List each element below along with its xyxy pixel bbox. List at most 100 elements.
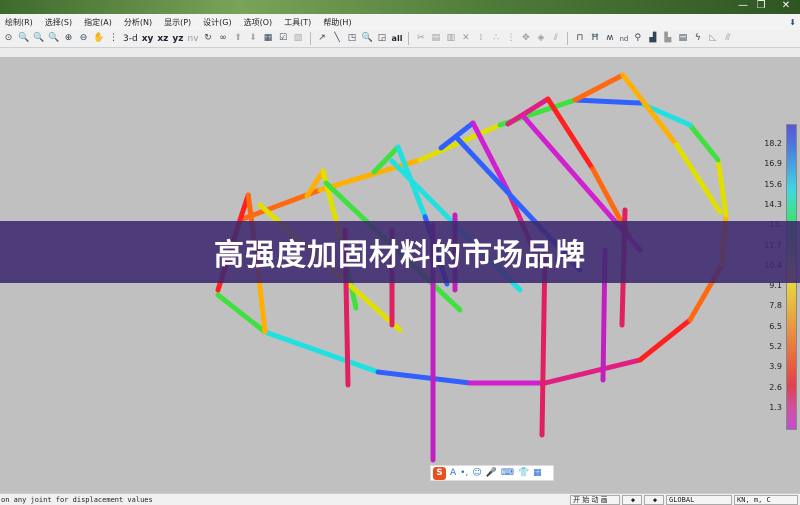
frame-member[interactable]	[687, 122, 721, 163]
status-bar: on any joint for displacement values 开 始…	[0, 493, 800, 505]
view-yz-button[interactable]: yz	[172, 34, 183, 44]
rotate-icon[interactable]: ↻	[203, 33, 214, 44]
frame-section-icon[interactable]: Ħ	[589, 33, 600, 44]
grid-icon[interactable]: ⋮	[108, 33, 119, 44]
zoom-prev-icon[interactable]: 🔍	[48, 33, 59, 44]
lightning-icon[interactable]: ϟ	[692, 33, 703, 44]
frame-member[interactable]	[637, 317, 693, 363]
ime-voice-icon[interactable]: 🎤	[486, 468, 497, 478]
legend-label: 3.9	[769, 362, 782, 372]
toolbar: ⊙ 🔍 🔍 🔍 ⊕ ⊖ ✋ ⋮ 3-d xy xz yz nv ↻ ∞ ⬆ ⬇ …	[0, 30, 800, 48]
legend-label: 7.8	[769, 301, 782, 311]
move-icon[interactable]: ✥	[520, 33, 531, 44]
menu-bar: 绘制(R) 选择(S) 指定(A) 分析(N) 显示(P) 设计(G) 选项(O…	[0, 14, 800, 30]
zoom-window-icon[interactable]: 🔍	[18, 33, 29, 44]
separator	[408, 32, 410, 45]
zoom-extent-icon[interactable]: 🔍	[33, 33, 44, 44]
frame-member[interactable]	[262, 329, 381, 375]
delete-icon[interactable]: ✕	[460, 33, 471, 44]
view-xz-button[interactable]: xz	[157, 34, 168, 44]
frame-member[interactable]	[572, 97, 643, 106]
ime-chinese-icon[interactable]: A	[450, 468, 456, 478]
cut-icon[interactable]: ✂	[415, 33, 426, 44]
legend-label: 18.2	[764, 139, 782, 148]
deformed-shape-icon[interactable]: ◺	[707, 33, 718, 44]
sub-toolbar	[0, 48, 800, 57]
coordinate-system-select[interactable]: GLOBAL	[666, 495, 732, 505]
select-pointer-icon[interactable]: ↗	[317, 33, 328, 44]
frame-member[interactable]	[620, 72, 679, 148]
menu-tools[interactable]: 工具(T)	[284, 17, 311, 28]
menu-assign[interactable]: 指定(A)	[84, 17, 112, 28]
select-all-button[interactable]: all	[392, 34, 403, 43]
select-line-icon[interactable]: ╲	[332, 33, 343, 44]
select-zoom-icon[interactable]: 🔍	[362, 33, 373, 44]
load-case-icon[interactable]: ▙	[662, 33, 673, 44]
refresh-icon[interactable]: ▧	[293, 33, 304, 44]
select-window-icon[interactable]: ◳	[347, 33, 358, 44]
view-xy-button[interactable]: xy	[142, 34, 154, 44]
ime-toolbar: S A •, ☺ 🎤 ⌨ 👕 ▦	[430, 465, 554, 481]
ime-skin-icon[interactable]: 👕	[518, 468, 529, 478]
ime-punctuation-icon[interactable]: •,	[460, 468, 468, 478]
menu-analyze[interactable]: 分析(N)	[124, 17, 152, 28]
menu-help[interactable]: 帮助(H)	[323, 17, 351, 28]
load-icon[interactable]: ▟	[647, 33, 658, 44]
up-arrow-icon[interactable]: ⬆	[233, 33, 244, 44]
ime-emoji-icon[interactable]: ☺	[472, 468, 481, 478]
legend-label: 14.3	[764, 199, 782, 209]
restore-button[interactable]: ❐	[750, 0, 772, 13]
legend-label: 16.9	[764, 159, 782, 169]
nd-button[interactable]: nd	[619, 35, 628, 43]
menu-display[interactable]: 显示(P)	[164, 17, 191, 28]
frame-member[interactable]	[375, 369, 473, 386]
pan-hand-icon[interactable]: ✋	[93, 33, 104, 44]
prev-button[interactable]: ◆	[622, 495, 642, 505]
align-icon[interactable]: ⋮	[505, 33, 516, 44]
down-arrow-icon[interactable]: ⬇	[248, 33, 259, 44]
next-button[interactable]: ◆	[644, 495, 664, 505]
zoom-out-icon[interactable]: ⊖	[78, 33, 89, 44]
view-nv-button[interactable]: nv	[188, 34, 199, 44]
frame-member[interactable]	[572, 72, 626, 103]
replicate-icon[interactable]: ⁞	[475, 33, 486, 44]
frame-member[interactable]	[215, 292, 268, 335]
start-animation-button[interactable]: 开 始 动 画	[570, 495, 620, 505]
force-diagram-icon[interactable]: ⫻	[722, 33, 733, 44]
table-icon[interactable]: ▤	[677, 33, 688, 44]
legend-label: 1.3	[769, 402, 782, 412]
menu-draw[interactable]: 绘制(R)	[5, 17, 33, 28]
legend-label: 15.6	[764, 179, 782, 189]
paste-icon[interactable]: ▥	[445, 33, 456, 44]
link-icon[interactable]: ⫽	[550, 33, 561, 44]
glasses-icon[interactable]: ∞	[218, 33, 229, 44]
copy-icon[interactable]: ▤	[430, 33, 441, 44]
title-bar: — ❐ ✕	[0, 0, 800, 14]
frame-release-icon[interactable]: ʍ	[604, 33, 615, 44]
frame-member[interactable]	[542, 357, 643, 386]
separator	[309, 32, 311, 45]
view-3d-button[interactable]: 3-d	[123, 34, 138, 44]
frame-icon[interactable]: ⊓	[574, 33, 585, 44]
menu-options[interactable]: 选项(O)	[244, 17, 273, 28]
area-icon[interactable]: ◈	[535, 33, 546, 44]
joint-icon[interactable]: ⚲	[632, 33, 643, 44]
run-icon[interactable]: ⊙	[3, 33, 14, 44]
download-icon[interactable]: ⬇	[789, 18, 796, 27]
legend-label: 6.5	[769, 321, 782, 331]
legend-label: 5.2	[769, 342, 782, 351]
divide-icon[interactable]: ∴	[490, 33, 501, 44]
menu-select[interactable]: 选择(S)	[45, 17, 72, 28]
ime-menu-icon[interactable]: ▦	[533, 468, 542, 478]
units-select[interactable]: KN, m, C	[734, 495, 798, 505]
close-button[interactable]: ✕	[775, 0, 797, 13]
sogou-logo-icon[interactable]: S	[433, 466, 446, 480]
zoom-in-icon[interactable]: ⊕	[63, 33, 74, 44]
select-previous-icon[interactable]: ◲	[377, 33, 388, 44]
frame-member[interactable]	[545, 96, 596, 172]
menu-design[interactable]: 设计(G)	[203, 17, 231, 28]
checkbox-icon[interactable]: ☑	[278, 33, 289, 44]
ime-keyboard-icon[interactable]: ⌨	[501, 468, 514, 478]
status-hint: on any joint for displacement values	[1, 496, 153, 504]
display-options-icon[interactable]: ▦	[263, 33, 274, 44]
